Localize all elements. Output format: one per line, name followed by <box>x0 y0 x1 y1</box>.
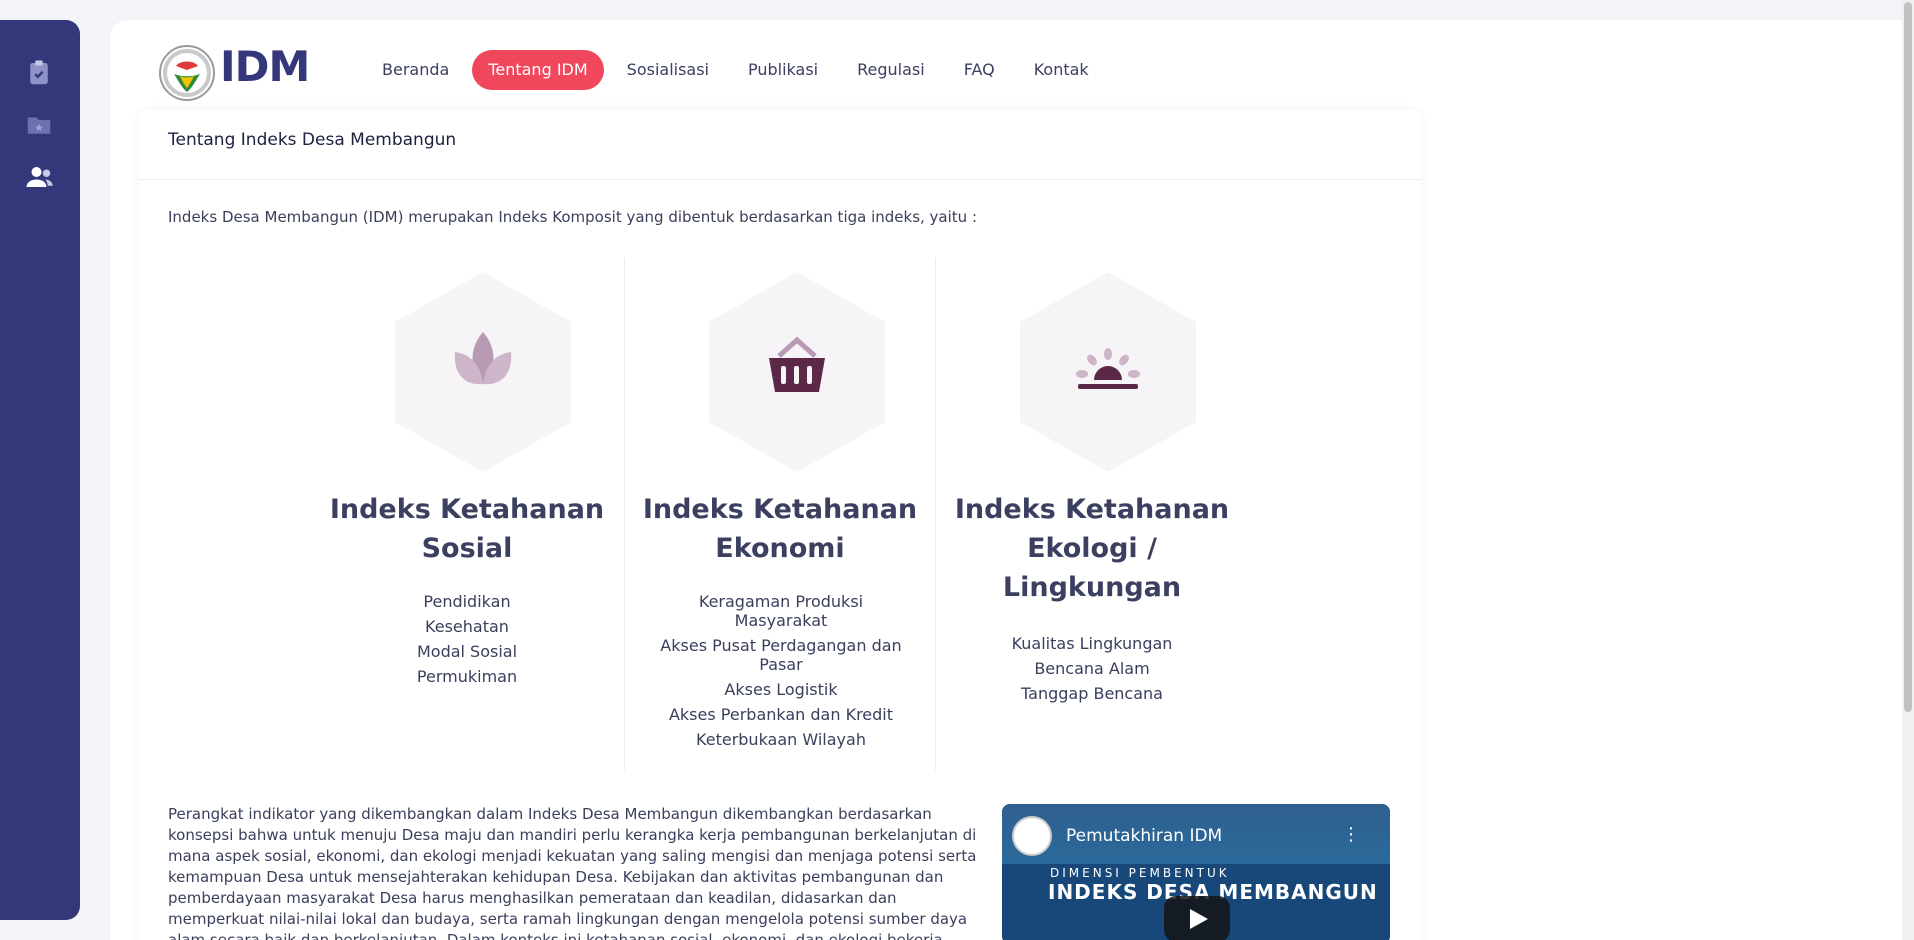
clipboard-check-icon[interactable] <box>24 58 54 88</box>
index-title-ekologi: Indeks Ketahanan Ekologi / Lingkungan <box>936 490 1248 607</box>
list-item: Akses Logistik <box>724 680 838 699</box>
nav-faq[interactable]: FAQ <box>948 50 1011 90</box>
list-item: Kesehatan <box>425 617 509 636</box>
list-item: Permukiman <box>416 667 518 686</box>
description-paragraph: Perangkat indikator yang dikembangkan da… <box>168 805 977 940</box>
nav-tentang-idm[interactable]: Tentang IDM <box>472 50 604 90</box>
scrollbar-thumb[interactable] <box>1904 2 1912 712</box>
title-line: Lingkungan <box>1002 572 1182 603</box>
more-options-icon[interactable]: ⋮ <box>1342 824 1360 845</box>
channel-avatar[interactable] <box>1012 816 1052 856</box>
video-title[interactable]: Pemutakhiran IDM <box>1066 826 1222 846</box>
sunrise-icon <box>1020 272 1196 472</box>
list-item: Keragaman Produksi Masyarakat <box>698 592 864 630</box>
lotus-icon <box>395 272 571 472</box>
video-embed[interactable]: Pemutakhiran IDM ⋮ DIMENSI PEMBENTUK IND… <box>1002 804 1390 940</box>
main-area: IDM Beranda Tentang IDM Sosialisasi Publ… <box>110 20 1914 940</box>
video-subtitle: DIMENSI PEMBENTUK <box>1050 866 1230 880</box>
title-line: Sosial <box>421 533 513 564</box>
list-item: Akses Perbankan dan Kredit <box>668 705 894 724</box>
list-item: Keterbukaan Wilayah <box>696 730 866 749</box>
main-menu: Beranda Tentang IDM Sosialisasi Publikas… <box>366 50 1112 90</box>
nav-publikasi[interactable]: Publikasi <box>732 50 834 90</box>
title-line: Indeks Ketahanan <box>954 494 1230 525</box>
title-line: Indeks Ketahanan <box>642 494 918 525</box>
list-item: Modal Sosial <box>416 642 518 661</box>
title-line: Indeks Ketahanan <box>329 494 605 525</box>
user-group-icon[interactable] <box>24 162 54 192</box>
sidebar <box>0 20 80 920</box>
list-item: Pendidikan <box>423 592 511 611</box>
nav-beranda[interactable]: Beranda <box>366 50 465 90</box>
nav-sosialisasi[interactable]: Sosialisasi <box>611 50 725 90</box>
list-item: Bencana Alam <box>1034 659 1150 678</box>
index-items-ekologi: Kualitas Lingkungan Bencana Alam Tanggap… <box>966 634 1218 709</box>
intro-text: Indeks Desa Membangun (IDM) merupakan In… <box>168 208 977 226</box>
index-column-ekonomi: Indeks Ketahanan Ekonomi Keragaman Produ… <box>624 258 936 770</box>
index-items-sosial: Pendidikan Kesehatan Modal Sosial Permuk… <box>341 592 593 692</box>
index-items-ekonomi: Keragaman Produksi Masyarakat Akses Pusa… <box>655 592 907 755</box>
basket-icon <box>709 272 885 472</box>
content-card: Tentang Indeks Desa Membangun Indeks Des… <box>139 110 1421 940</box>
list-item: Kualitas Lingkungan <box>1011 634 1173 653</box>
title-line: Ekologi / <box>1027 533 1157 564</box>
index-title-sosial: Indeks Ketahanan Sosial <box>311 490 623 568</box>
idm-logo[interactable] <box>158 44 216 102</box>
title-line: Ekonomi <box>715 533 845 564</box>
play-button[interactable] <box>1164 896 1230 940</box>
top-navigation: IDM Beranda Tentang IDM Sosialisasi Publ… <box>110 20 1410 120</box>
play-icon <box>1190 909 1208 929</box>
nav-regulasi[interactable]: Regulasi <box>841 50 941 90</box>
folder-star-icon[interactable] <box>24 110 54 140</box>
nav-kontak[interactable]: Kontak <box>1018 50 1105 90</box>
list-item: Tanggap Bencana <box>1021 684 1163 703</box>
index-column-ekologi: Indeks Ketahanan Ekologi / Lingkungan Ku… <box>936 258 1248 770</box>
page-scrollbar[interactable] <box>1902 0 1914 940</box>
list-item: Akses Pusat Perdagangan dan Pasar <box>660 636 902 674</box>
card-title: Tentang Indeks Desa Membangun <box>139 110 1421 180</box>
logo-text[interactable]: IDM <box>220 42 310 91</box>
index-column-sosial: Indeks Ketahanan Sosial Pendidikan Keseh… <box>311 258 623 770</box>
index-title-ekonomi: Indeks Ketahanan Ekonomi <box>625 490 935 568</box>
